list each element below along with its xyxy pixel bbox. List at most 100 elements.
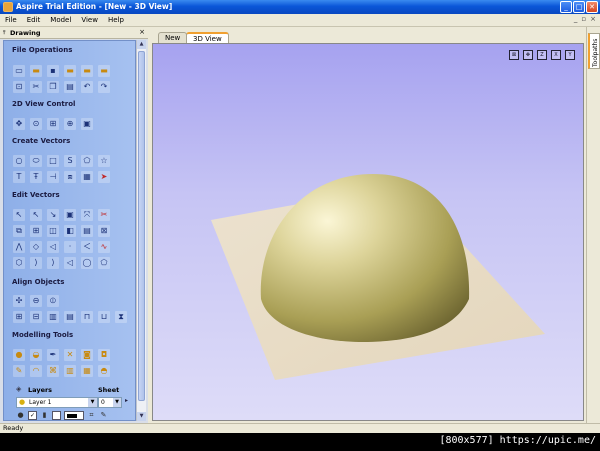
- layer-delete-icon[interactable]: ✎: [99, 411, 108, 420]
- layer-visible-checkbox[interactable]: ✓: [28, 411, 37, 420]
- vector-texture-icon[interactable]: ▦: [81, 365, 93, 377]
- zoom-extents-icon[interactable]: ⊠: [509, 50, 519, 60]
- align-bottom-icon[interactable]: ▤: [64, 311, 76, 323]
- sheet-add-icon[interactable]: ▸: [125, 397, 133, 408]
- job-setup-icon[interactable]: ⊡: [13, 81, 25, 93]
- doc-restore-button[interactable]: ▫: [581, 15, 586, 23]
- panel-close-icon[interactable]: ×: [139, 28, 145, 36]
- import-model-icon[interactable]: ▬: [98, 65, 110, 77]
- lock-icon[interactable]: ▮: [40, 411, 49, 420]
- layer-dropdown[interactable]: ● Layer 1 ▼: [16, 397, 98, 408]
- fade-icon[interactable]: ▥: [64, 365, 76, 377]
- subtract-icon[interactable]: ◫: [47, 225, 59, 237]
- chevron-down-icon[interactable]: ▼: [113, 398, 121, 407]
- node-smooth-icon[interactable]: ⬡: [13, 257, 25, 269]
- trim-icon[interactable]: ✂: [98, 209, 110, 221]
- scroll-thumb[interactable]: [138, 51, 145, 401]
- fit-curves-icon[interactable]: ➤: [98, 171, 110, 183]
- align-left-icon[interactable]: ⊞: [13, 311, 25, 323]
- zoom-sheet-icon[interactable]: ▣: [81, 118, 93, 130]
- merge-component-icon[interactable]: ✕: [64, 349, 76, 361]
- scroll-down-icon[interactable]: ▼: [137, 412, 146, 421]
- doc-minimize-button[interactable]: _: [574, 15, 578, 23]
- star-icon[interactable]: ☆: [98, 155, 110, 167]
- scale-component-icon[interactable]: ◘: [98, 349, 110, 361]
- toolpaths-tab[interactable]: Toolpaths: [588, 33, 600, 69]
- zoom-all-icon[interactable]: ⊞: [47, 118, 59, 130]
- pan-icon[interactable]: ✥: [13, 118, 25, 130]
- extrude-icon[interactable]: ◠: [30, 365, 42, 377]
- two-rail-sweep-icon[interactable]: ✎: [13, 365, 25, 377]
- sculpt-icon[interactable]: ✒: [47, 349, 59, 361]
- drawing-panel-scrollbar[interactable]: ▲ ▼: [136, 40, 146, 421]
- align-vertical-center-icon[interactable]: ⦶: [47, 295, 59, 307]
- layer-settings-icon[interactable]: ⌗: [87, 411, 96, 420]
- intersect-icon[interactable]: ◧: [64, 225, 76, 237]
- space-vertical-icon[interactable]: ⊔: [98, 311, 110, 323]
- space-horizontal-icon[interactable]: ⊓: [81, 311, 93, 323]
- transform-icon[interactable]: ↘: [47, 209, 59, 221]
- offset-icon[interactable]: ⧈: [64, 171, 76, 183]
- iso-view-icon[interactable]: ✥: [523, 50, 533, 60]
- pin-icon[interactable]: ⫯: [3, 29, 6, 37]
- node-delete-icon[interactable]: ⬠: [98, 257, 110, 269]
- size-icon[interactable]: ▣: [64, 209, 76, 221]
- redo-icon[interactable]: ↷: [98, 81, 110, 93]
- close-button[interactable]: ✕: [586, 1, 598, 13]
- undo-icon[interactable]: ↶: [81, 81, 93, 93]
- extend-icon[interactable]: ◁: [47, 241, 59, 253]
- import-bitmap-icon[interactable]: ▬: [81, 65, 93, 77]
- ellipse-icon[interactable]: ⬭: [30, 155, 42, 167]
- line-color-swatch[interactable]: [64, 411, 84, 420]
- circle-icon[interactable]: ○: [13, 155, 25, 167]
- chevron-down-icon[interactable]: ▼: [88, 398, 97, 407]
- menu-help[interactable]: Help: [103, 16, 129, 24]
- shape-editor-icon[interactable]: ◒: [30, 349, 42, 361]
- node-break-icon[interactable]: ⟩: [47, 257, 59, 269]
- node-corner-icon[interactable]: ⟩: [30, 257, 42, 269]
- grid-edit-icon[interactable]: ⊠: [98, 225, 110, 237]
- minimize-button[interactable]: _: [560, 1, 572, 13]
- menu-model[interactable]: Model: [45, 16, 76, 24]
- weld-icon[interactable]: ⊞: [30, 225, 42, 237]
- layer-color-box[interactable]: [52, 411, 61, 420]
- import-vectors-icon[interactable]: ▬: [64, 65, 76, 77]
- 3d-viewport[interactable]: ⊠ ✥ Z X Y: [152, 43, 584, 421]
- zoom-in-icon[interactable]: ⊕: [64, 118, 76, 130]
- fillet-icon[interactable]: ⋀: [13, 241, 25, 253]
- close-vector-icon[interactable]: ·: [64, 241, 76, 253]
- curve-icon[interactable]: ∿: [98, 241, 110, 253]
- create-component-icon[interactable]: ●: [13, 349, 25, 361]
- node-join-icon[interactable]: ◁: [64, 257, 76, 269]
- weave-icon[interactable]: ⌘: [47, 365, 59, 377]
- copy-icon[interactable]: ❐: [47, 81, 59, 93]
- lightbulb-icon[interactable]: ●: [16, 411, 25, 420]
- view-z-icon[interactable]: Z: [537, 50, 547, 60]
- node-edit-icon[interactable]: ↖: [30, 209, 42, 221]
- menu-view[interactable]: View: [76, 16, 103, 24]
- text-on-curve-icon[interactable]: Ŧ: [30, 171, 42, 183]
- chamfer-icon[interactable]: ＜: [81, 241, 93, 253]
- align-right-icon[interactable]: ⊟: [30, 311, 42, 323]
- paste-icon[interactable]: ▤: [64, 81, 76, 93]
- open-file-icon[interactable]: ▬: [30, 65, 42, 77]
- view-y-icon[interactable]: Y: [565, 50, 575, 60]
- text-icon[interactable]: T: [13, 171, 25, 183]
- align-horizontal-center-icon[interactable]: ⊖: [30, 295, 42, 307]
- smooth-icon[interactable]: ▤: [81, 225, 93, 237]
- cut-icon[interactable]: ✂: [30, 81, 42, 93]
- polyline-icon[interactable]: S: [64, 155, 76, 167]
- node-insert-icon[interactable]: ◯: [81, 257, 93, 269]
- align-top-icon[interactable]: ▥: [47, 311, 59, 323]
- polygon-icon[interactable]: ⬠: [81, 155, 93, 167]
- sheet-dropdown[interactable]: 0 ▼: [98, 397, 122, 408]
- zoom-window-icon[interactable]: ⊙: [30, 118, 42, 130]
- save-file-icon[interactable]: ▪: [47, 65, 59, 77]
- align-center-icon[interactable]: ✣: [13, 295, 25, 307]
- maximize-button[interactable]: □: [573, 1, 585, 13]
- tilt-component-icon[interactable]: ◙: [81, 349, 93, 361]
- corner-icon[interactable]: ◇: [30, 241, 42, 253]
- dimension-icon[interactable]: ⊣: [47, 171, 59, 183]
- doc-close-button[interactable]: ×: [590, 15, 596, 23]
- menu-edit[interactable]: Edit: [22, 16, 46, 24]
